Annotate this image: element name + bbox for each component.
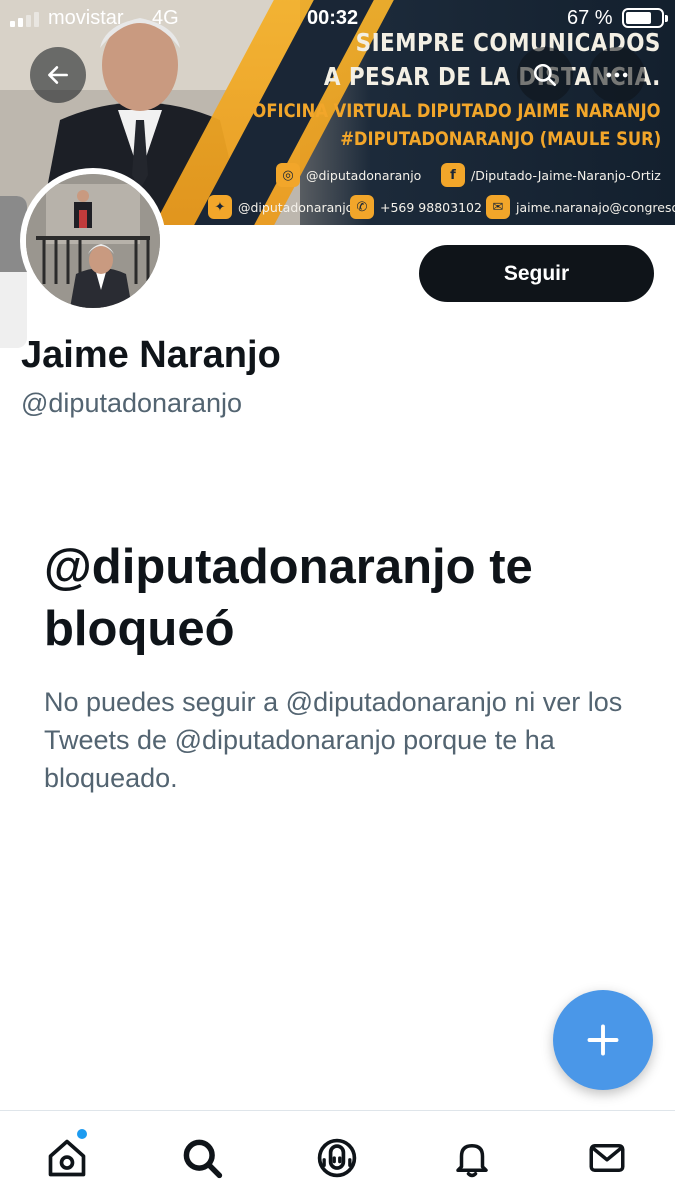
instagram-icon: ◎ (276, 163, 300, 187)
banner-instagram: ◎ @diputadonaranjo (276, 163, 421, 187)
battery-percent: 67 % (567, 7, 613, 29)
banner-hashtag-line: #DIPUTADONARANJO (MAULE SUR) (340, 128, 661, 150)
home-icon (48, 1139, 86, 1177)
banner-office-line: OFICINA VIRTUAL DIPUTADO JAIME NARANJO (252, 100, 661, 122)
compose-tweet-button[interactable] (553, 990, 653, 1090)
bell-icon (456, 1144, 488, 1178)
search-icon (183, 1139, 223, 1179)
follow-button[interactable]: Seguir (419, 245, 654, 302)
avatar-photo (26, 174, 160, 308)
nav-spaces[interactable] (312, 1133, 362, 1183)
arrow-left-icon (48, 66, 68, 84)
profile-handle: @diputadonaranjo (21, 388, 243, 418)
facebook-icon: f (441, 163, 465, 187)
banner-facebook-text: /Diputado-Jaime-Naranjo-Ortiz (471, 167, 661, 183)
more-button[interactable] (589, 47, 645, 103)
avatar[interactable] (20, 168, 166, 314)
clock: 00:32 (307, 7, 359, 29)
plus-icon (587, 1024, 619, 1056)
banner-whatsapp: ✆ +569 98803102 (350, 195, 482, 219)
nav-home[interactable] (42, 1133, 92, 1183)
nav-explore[interactable] (177, 1133, 227, 1183)
avatar-image (26, 174, 160, 308)
mail-icon: ✉ (486, 195, 510, 219)
twitter-bird-icon: ✦ (208, 195, 232, 219)
carrier-label: movistar (48, 7, 124, 29)
signal-icon (10, 12, 39, 27)
mail-icon (589, 1144, 625, 1172)
more-icon (606, 72, 628, 78)
banner-twitter-text: @diputadonaranjo (238, 199, 354, 215)
banner-email: ✉ jaime.naranajo@congreso.cl (486, 195, 675, 219)
blocked-description: No puedes seguir a @diputadonaranjo ni v… (44, 687, 623, 793)
banner-twitter: ✦ @diputadonaranjo (208, 195, 353, 219)
network-label: 4G (152, 7, 179, 29)
back-button[interactable] (30, 47, 86, 103)
status-bar: movistar 4G 00:32 67 % (0, 0, 675, 36)
banner-whatsapp-text: +569 98803102 (380, 199, 482, 215)
banner-facebook: f /Diputado-Jaime-Naranjo-Ortiz (441, 163, 661, 187)
banner-instagram-text: @diputadonaranjo (306, 167, 422, 183)
whatsapp-icon: ✆ (350, 195, 374, 219)
unread-indicator (77, 1129, 87, 1139)
battery-icon (622, 8, 668, 28)
nav-messages[interactable] (582, 1133, 632, 1183)
search-icon (533, 63, 557, 87)
profile-name: Jaime Naranjo (21, 334, 281, 376)
nav-notifications[interactable] (447, 1133, 497, 1183)
blocked-title: @diputadonaranjo te bloqueó (44, 540, 533, 656)
search-button[interactable] (517, 47, 573, 103)
spaces-icon (317, 1138, 357, 1178)
banner-email-text: jaime.naranajo@congreso.cl (516, 199, 675, 215)
bottom-navigation (0, 1110, 675, 1200)
